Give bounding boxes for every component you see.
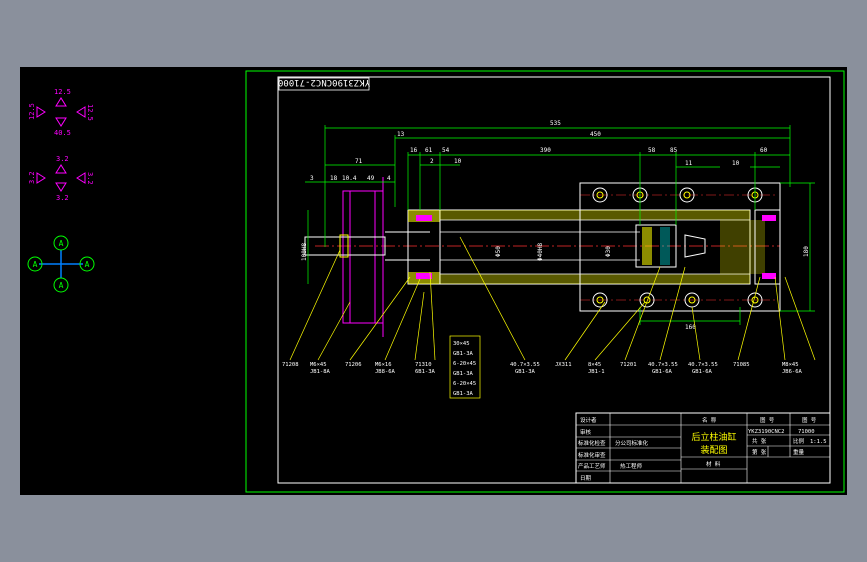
- drawing-canvas: YKZ3190CNC2-71000 12.5 40.5 12.5 12.5 3.…: [27, 70, 845, 493]
- dim-60: 60: [760, 147, 768, 154]
- dim-54: 54: [442, 147, 450, 154]
- part-label-6: 71310: [415, 362, 432, 368]
- dim-right: 450: [590, 131, 601, 138]
- dim-3: 3: [310, 175, 314, 182]
- tb-drawing-no-a: YKZ3190CNC2: [748, 429, 784, 435]
- part-label-0: 71208: [282, 362, 299, 368]
- front-head: [407, 209, 441, 285]
- roughness-mid-down: 3.2: [56, 194, 69, 202]
- part-label-18: 71085: [733, 362, 750, 368]
- tb-sheet-of: 第 张: [752, 448, 767, 456]
- tb-stamp-1: 分公司标准化: [615, 439, 649, 447]
- dim-10b: 10: [732, 160, 740, 167]
- datum-label-top: A: [59, 239, 64, 248]
- note-5: GB1-3A: [453, 391, 474, 397]
- roughness-mid-left: 3.2: [28, 171, 36, 184]
- tb-row-review: 审核: [580, 428, 592, 436]
- dim-bore: Φ50: [495, 246, 502, 257]
- dim-left: 13: [397, 131, 405, 138]
- dim-4: 4: [387, 175, 391, 182]
- tb-scale-label: 比例: [793, 437, 805, 445]
- tb-scale-value: 1:1.5: [810, 439, 827, 445]
- part-label-19: M8×45: [782, 362, 799, 368]
- part-label-1: M6×45: [310, 362, 327, 368]
- part-label-2: JB1-8A: [310, 369, 331, 375]
- dim-left-height: 100H8: [301, 243, 308, 261]
- roughness-top-up: 12.5: [54, 88, 71, 96]
- tb-col-drawing-no-2: 图 号: [802, 416, 817, 424]
- tb-drawing-no-b: 71000: [798, 429, 815, 435]
- part-label-17: GB1-6A: [692, 369, 713, 375]
- note-0: 30×45: [453, 341, 470, 347]
- tb-sheet-total: 共 张: [752, 437, 767, 445]
- dim-11: 11: [685, 160, 693, 167]
- datum-symbol: A A A A: [27, 235, 95, 293]
- tb-row-std-check: 标准化检查: [578, 439, 606, 447]
- datum-label-bottom: A: [59, 281, 64, 290]
- dim-10: 10: [454, 158, 462, 165]
- dim-18: 18: [330, 175, 338, 182]
- code-stamp-text: YKZ3190CNC2-71000: [278, 77, 370, 87]
- dim-390: 390: [540, 147, 551, 154]
- note-box: 30×45 GB1-3A 6-20×45 GB1-3A 6-20×45 GB1-…: [449, 335, 481, 399]
- roughness-mid-right: 3.2: [86, 172, 94, 185]
- tb-stamp-2: 热工程师: [620, 462, 643, 470]
- part-label-15: GB1-6A: [652, 369, 673, 375]
- part-labels: 71208 M6×45 JB1-8A 71206 M6×16 JB8-6A 71…: [282, 362, 803, 375]
- tb-title-line2: 装配图: [700, 444, 727, 456]
- roughness-mid-up: 3.2: [56, 155, 69, 163]
- dim-71: 71: [355, 158, 363, 165]
- dim-end: Φ30: [605, 246, 612, 257]
- tb-col-name: 名 称: [702, 416, 717, 424]
- datum-label-right: A: [85, 260, 90, 269]
- dim-right-height: 180: [803, 246, 810, 257]
- part-label-4: M6×16: [375, 362, 392, 368]
- part-label-5: JB8-6A: [375, 369, 396, 375]
- cylinder-barrel: [439, 209, 751, 285]
- tb-row-std-review: 标准化审查: [578, 451, 606, 459]
- part-label-11: 8×45: [588, 362, 601, 368]
- roughness-symbol-top: 12.5 40.5 12.5 12.5: [28, 88, 94, 137]
- dim-49: 49: [367, 175, 375, 182]
- part-label-20: JB6-6A: [782, 369, 803, 375]
- tb-row-date: 日期: [580, 475, 592, 482]
- part-label-10: JX311: [555, 362, 572, 368]
- part-label-13: 71201: [620, 362, 637, 368]
- note-2: 6-20×45: [453, 361, 476, 367]
- dim-overall: 535: [550, 120, 561, 127]
- cad-viewport[interactable]: YKZ3190CNC2-71000 12.5 40.5 12.5 12.5 3.…: [20, 67, 847, 495]
- tb-row-process: 产品工艺师: [578, 462, 606, 470]
- title-block: 设计者 审核 标准化检查 标准化审查 产品工艺师 日期 分公司标准化 热工程师 …: [575, 412, 831, 484]
- part-label-7: 6B1-3A: [415, 369, 436, 375]
- dim-16: 16: [410, 147, 418, 154]
- part-label-8: 40.7×3.55: [510, 362, 540, 368]
- dim-58: 58: [648, 147, 656, 154]
- tb-col-material: 材 料: [706, 460, 721, 468]
- roughness-top-down: 40.5: [54, 129, 71, 137]
- tb-row-designer: 设计者: [580, 416, 597, 424]
- datum-label-left: A: [33, 260, 38, 269]
- mounting-flange: [342, 177, 384, 337]
- dim-2: 2: [430, 158, 434, 165]
- part-label-12: JB1-1: [588, 369, 605, 375]
- dim-85: 85: [670, 147, 678, 154]
- tb-col-drawing-no-1: 图 号: [760, 416, 775, 424]
- part-label-16: 40.7×3.55: [688, 362, 718, 368]
- roughness-top-right: 12.5: [86, 104, 94, 121]
- code-stamp: YKZ3190CNC2-71000: [278, 77, 370, 91]
- roughness-symbol-mid: 3.2 3.2 3.2 3.2: [28, 155, 94, 202]
- tb-title-line1: 后立柱油缸: [691, 431, 736, 443]
- dim-rod: Φ40H8: [537, 243, 544, 261]
- part-label-14: 40.7×3.55: [648, 362, 678, 368]
- dim-10-4: 10.4: [342, 175, 357, 182]
- note-4: 6-20×45: [453, 381, 476, 387]
- note-3: GB1-3A: [453, 371, 474, 377]
- roughness-top-left: 12.5: [28, 103, 36, 120]
- dim-61: 61: [425, 147, 433, 154]
- part-label-3: 71206: [345, 362, 362, 368]
- part-label-9: GB1-3A: [515, 369, 536, 375]
- note-1: GB1-3A: [453, 351, 474, 357]
- tb-weight: 重量: [793, 448, 805, 456]
